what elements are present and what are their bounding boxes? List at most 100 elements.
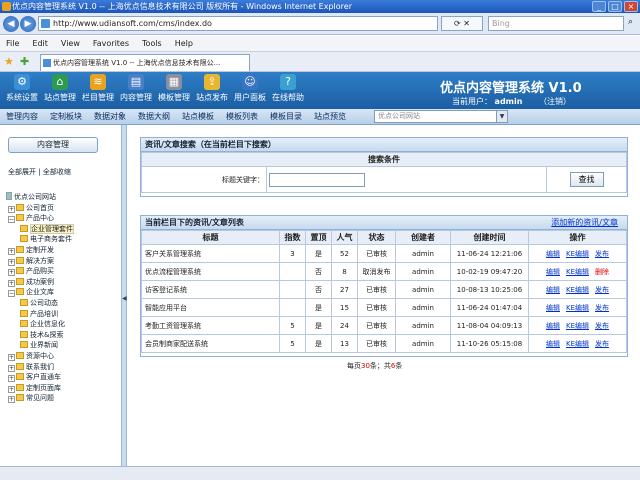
expand-icon[interactable]: + [8, 385, 15, 393]
collapse-all-link[interactable]: 全部收缩 [43, 168, 71, 176]
publish-link[interactable]: 发布 [595, 304, 609, 312]
edit-link[interactable]: 编辑 [546, 340, 560, 348]
top-nav-online-help[interactable]: ? 在线帮助 [268, 74, 308, 108]
top-nav-template-management[interactable]: ▦ 模板管理 [154, 74, 194, 108]
tree-node[interactable]: 技术&探索 [20, 330, 63, 340]
minimize-button[interactable]: _ [592, 1, 606, 12]
menu-edit[interactable]: Edit [32, 36, 48, 51]
expand-icon[interactable]: + [8, 354, 15, 361]
tree-node[interactable]: + 资源中心 [8, 351, 54, 361]
subnav-custom-blocks[interactable]: 定制板块 [50, 109, 82, 124]
logout-link[interactable]: （注销） [539, 97, 571, 106]
tree-node[interactable]: + 成功案例 [8, 277, 54, 287]
search-table: 搜索条件 标题关键字： 查找 [141, 152, 627, 193]
tree-node[interactable]: + 产品购买 [8, 266, 54, 277]
search-input[interactable]: Bing [488, 16, 624, 31]
menu-help[interactable]: Help [175, 36, 193, 51]
tree-node[interactable]: + 公司首页 [8, 203, 54, 213]
row-title: 客户关系管理系统 [141, 244, 280, 263]
edit-link[interactable]: 编辑 [546, 268, 560, 276]
search-icon[interactable]: ⌕ [628, 17, 633, 27]
edit-link[interactable]: 编辑 [546, 304, 560, 312]
tree-node[interactable]: + 常见问题 [8, 393, 54, 404]
subnav-manage-content[interactable]: 管理内容 [6, 109, 38, 124]
tree-node[interactable]: 业界新闻 [20, 340, 58, 350]
subnav-template-directory[interactable]: 模板目录 [270, 109, 302, 124]
tree-node[interactable]: 产品培训 [20, 309, 58, 319]
search-button[interactable]: 查找 [569, 172, 604, 187]
ke-edit-link[interactable]: KE编辑 [566, 250, 589, 258]
expand-icon[interactable]: + [8, 205, 15, 213]
subnav-data-objects[interactable]: 数据对象 [94, 109, 126, 124]
tree-node[interactable]: − 企业文库 [8, 287, 54, 298]
subnav-template-list[interactable]: 模板列表 [226, 109, 258, 124]
expand-icon[interactable]: + [8, 248, 15, 255]
menu-view[interactable]: View [61, 36, 80, 51]
top-nav-site-publish[interactable]: ⇪ 站点发布 [192, 74, 232, 108]
ke-edit-link[interactable]: KE编辑 [566, 304, 589, 312]
expand-icon[interactable]: + [8, 364, 15, 372]
delete-link[interactable]: 删除 [595, 268, 609, 276]
maximize-button[interactable]: □ [608, 1, 622, 12]
ke-edit-link[interactable]: KE编辑 [566, 286, 589, 294]
publish-link[interactable]: 发布 [595, 286, 609, 294]
subnav-site-templates[interactable]: 站点模板 [182, 109, 214, 124]
publish-link[interactable]: 发布 [595, 340, 609, 348]
expand-icon[interactable]: + [8, 279, 15, 287]
content-management-button[interactable]: 内容管理 [8, 137, 98, 153]
tree-node[interactable]: 优点公司网站 [6, 192, 56, 202]
top-nav-system-settings[interactable]: ⚙ 系统设置 [2, 74, 42, 108]
publish-link[interactable]: 发布 [595, 250, 609, 258]
menu-tools[interactable]: Tools [142, 36, 162, 51]
publish-link[interactable]: 发布 [595, 322, 609, 330]
row-views: 13 [331, 334, 358, 353]
tree-node[interactable]: 企业信息化 [20, 319, 65, 329]
folder-icon [20, 309, 28, 317]
row-created-time: 10-02-19 09:47:20 [450, 262, 529, 281]
url-text: http://www.udiansoft.com/cms/index.do [53, 19, 212, 28]
col-created-time: 创建时间 [450, 230, 529, 245]
top-nav-user-panel[interactable]: ☺ 用户面板 [230, 74, 270, 108]
expand-icon[interactable]: + [8, 396, 15, 404]
menu-favorites[interactable]: Favorites [93, 36, 129, 51]
tree-node[interactable]: + 客户直通车 [8, 372, 61, 383]
tree-node[interactable]: + 定制页面库 [8, 383, 61, 393]
search-condition-header: 搜索条件 [141, 152, 627, 167]
edit-link[interactable]: 编辑 [546, 322, 560, 330]
close-button[interactable]: × [624, 1, 638, 12]
expand-all-link[interactable]: 全部展开 [8, 168, 36, 176]
browser-tab[interactable]: 优点内容管理系统 V1.0 -- 上海优点信息技术有限公... [40, 54, 250, 71]
keyword-input[interactable] [269, 172, 365, 187]
subnav-site-preview[interactable]: 站点预览 [314, 109, 346, 124]
collapse-icon[interactable]: − [8, 290, 15, 298]
collapse-icon[interactable]: − [8, 216, 15, 224]
expand-icon[interactable]: + [8, 375, 15, 383]
url-input[interactable]: http://www.udiansoft.com/cms/index.do [38, 16, 438, 31]
add-article-link[interactable]: 添加新的资讯/文章 [551, 216, 618, 230]
tree-node[interactable]: + 定制开发 [8, 245, 54, 255]
top-nav-site-management[interactable]: ⌂ 站点管理 [40, 74, 80, 108]
tree-node[interactable]: − 产品中心 [8, 213, 54, 224]
tree-node[interactable]: + 解决方案 [8, 256, 54, 266]
tree-node[interactable]: + 联系我们 [8, 362, 54, 372]
top-nav-column-management[interactable]: ≋ 栏目管理 [78, 74, 118, 108]
tree-node[interactable]: 电子商务套件 [20, 234, 72, 244]
tree-node[interactable]: 公司动态 [20, 298, 58, 308]
expand-icon[interactable]: + [8, 258, 15, 266]
back-icon[interactable]: ◀ [3, 16, 19, 32]
add-favorite-icon[interactable]: ✚ [20, 56, 32, 68]
ke-edit-link[interactable]: KE编辑 [566, 268, 589, 276]
top-nav-content-management[interactable]: ▤ 内容管理 [116, 74, 156, 108]
refresh-stop-buttons[interactable]: ⟳ ✕ [441, 16, 483, 31]
ke-edit-link[interactable]: KE编辑 [566, 340, 589, 348]
subnav-data-outline[interactable]: 数据大纲 [138, 109, 170, 124]
expand-icon[interactable]: + [8, 269, 15, 277]
site-select[interactable]: 优点公司网站 ▼ [374, 110, 508, 123]
ke-edit-link[interactable]: KE编辑 [566, 322, 589, 330]
forward-icon[interactable]: ▶ [20, 16, 36, 32]
favorites-star-icon[interactable]: ★ [4, 56, 16, 68]
menu-file[interactable]: File [6, 36, 19, 51]
tree-node[interactable]: 企业管理套件 [20, 223, 74, 234]
edit-link[interactable]: 编辑 [546, 250, 560, 258]
edit-link[interactable]: 编辑 [546, 286, 560, 294]
